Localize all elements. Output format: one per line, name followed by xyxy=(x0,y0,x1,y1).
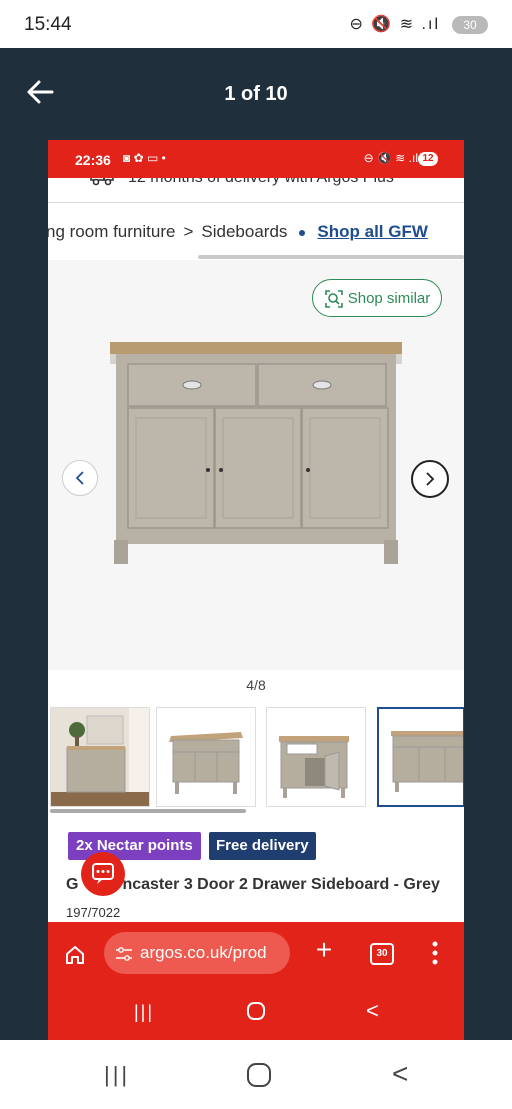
thumbnail-room-scene xyxy=(51,708,149,806)
thumbnail-sideboard-open xyxy=(279,736,349,798)
delivery-strip[interactable]: 12 months of delivery with Argos Plus xyxy=(48,178,464,203)
outer-status-icons-text: ⊖ 🔇 ≋ .ıl xyxy=(349,16,440,33)
home-icon[interactable] xyxy=(64,944,86,966)
shop-similar-label: Shop similar xyxy=(347,290,431,307)
address-bar-url: argos.co.uk/prod xyxy=(140,943,267,962)
outer-battery-icon: 30 xyxy=(452,16,488,34)
image-index-counter: 1 of 10 xyxy=(224,83,288,105)
inner-battery-icon: 12 xyxy=(418,152,438,166)
thumbnail-scrollbar[interactable] xyxy=(50,809,246,813)
shop-all-brand-link[interactable]: Shop all GFW xyxy=(317,222,428,241)
chevron-right-icon xyxy=(426,472,435,486)
inner-status-icons-right: ⊖ 🔇 ≋ .ıl xyxy=(363,151,418,165)
free-delivery-badge: Free delivery xyxy=(209,832,316,860)
previous-image-button[interactable] xyxy=(62,460,98,496)
thumbnail-4-selected[interactable] xyxy=(377,707,464,807)
truck-icon xyxy=(90,178,114,186)
product-title-rest: ncaster 3 Door 2 Drawer Sideboard - Grey xyxy=(122,876,440,893)
shop-similar-button[interactable]: Shop similar xyxy=(312,279,442,317)
thumbnail-2[interactable] xyxy=(156,707,256,807)
outer-status-time: 15:44 xyxy=(24,14,72,35)
inner-screenshot: 22:36 ◙ ✿ ▭ • ⊖ 🔇 ≋ .ıl 12 12 months of … xyxy=(48,140,464,1040)
recents-icon[interactable]: ||| xyxy=(104,1062,130,1088)
product-code: 197/7022 xyxy=(66,905,121,920)
new-tab-button[interactable]: + xyxy=(312,936,336,964)
breadcrumb: ng room furniture > Sideboards Shop all GFW xyxy=(48,222,428,246)
thumbnail-sideboard-front xyxy=(391,731,463,792)
thumbnail-1[interactable] xyxy=(50,707,150,807)
chevron-left-icon xyxy=(75,471,84,485)
inner-status-icons-left: ◙ ✿ ▭ • xyxy=(123,151,166,165)
more-vertical-icon[interactable] xyxy=(428,940,442,966)
inner-status-time: 22:36 xyxy=(75,152,111,168)
product-title-start: G xyxy=(66,876,79,893)
tune-icon xyxy=(116,946,132,961)
back-nav-icon[interactable]: < xyxy=(392,1058,408,1090)
breadcrumb-scrollbar[interactable] xyxy=(198,255,464,259)
next-image-button[interactable] xyxy=(411,460,449,498)
sideboard-product-image xyxy=(110,342,402,564)
chat-icon xyxy=(92,863,114,884)
camera-search-icon xyxy=(324,290,343,308)
inner-recents-icon: ||| xyxy=(134,1002,155,1022)
inner-home-icon xyxy=(247,1002,265,1020)
outer-status-icons: ⊖ 🔇 ≋ .ıl xyxy=(349,14,440,34)
home-nav-icon[interactable] xyxy=(247,1063,271,1087)
inner-back-icon: < xyxy=(366,998,379,1023)
breadcrumb-item-sideboards[interactable]: Sideboards xyxy=(201,222,287,241)
breadcrumb-separator: > xyxy=(183,222,194,241)
thumbnail-3[interactable] xyxy=(266,707,366,807)
chat-button[interactable] xyxy=(81,852,125,896)
image-counter: 4/8 xyxy=(246,677,266,693)
breadcrumb-dot xyxy=(299,229,306,236)
thumbnail-sideboard-angle xyxy=(169,732,243,794)
breadcrumb-item-living-room[interactable]: ng room furniture xyxy=(48,222,175,241)
delivery-text: 12 months of delivery with Argos Plus xyxy=(128,178,394,187)
address-bar[interactable]: argos.co.uk/prod xyxy=(104,932,290,974)
tab-switcher-button[interactable]: 30 xyxy=(370,943,394,965)
